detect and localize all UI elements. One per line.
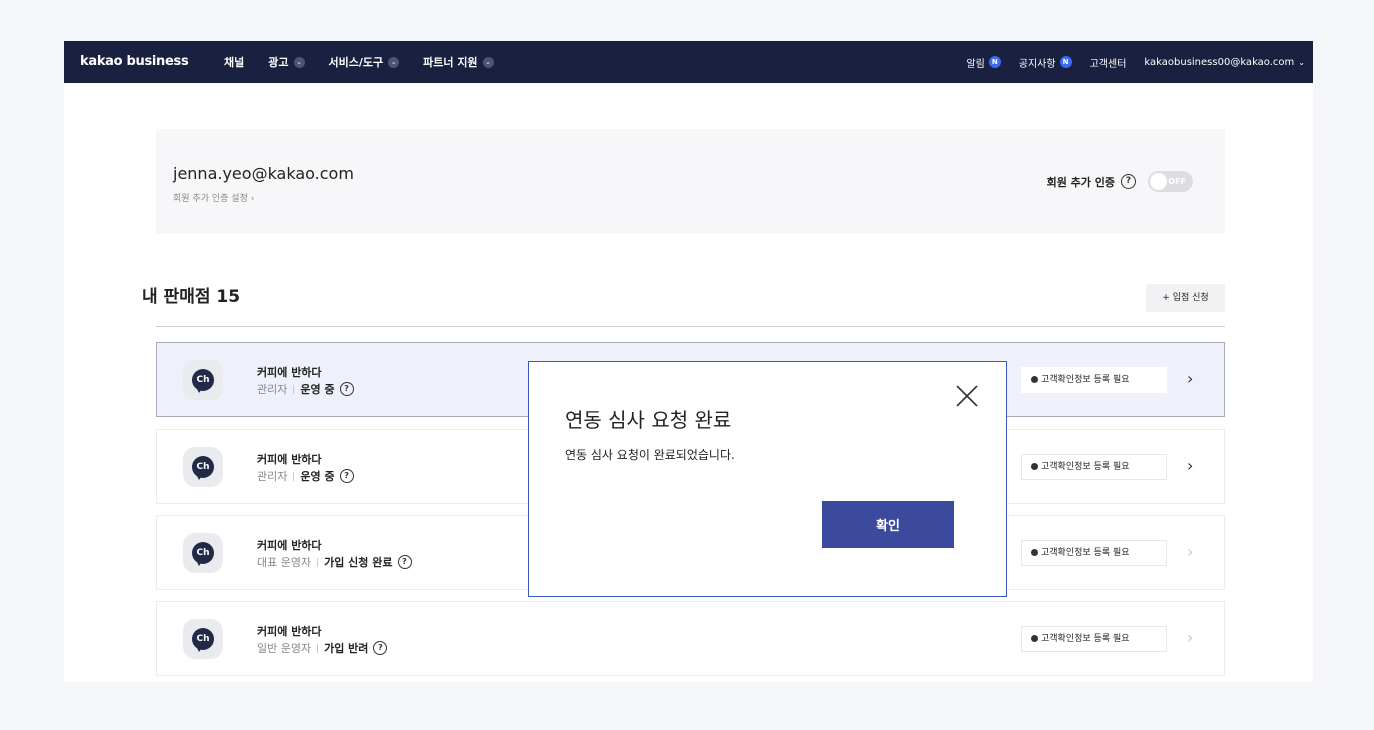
chevron-down-icon: ⌄ xyxy=(1298,57,1305,67)
auth-settings-label: 회원 추가 인증 설정 xyxy=(173,194,248,204)
warning-badge: 고객확인정보 등록 필요 xyxy=(1021,626,1167,652)
chevron-down-icon: ⌄ xyxy=(388,56,400,68)
auth-toggle[interactable]: OFF xyxy=(1148,171,1193,192)
help-icon[interactable]: ? xyxy=(1121,174,1136,189)
store-name: 커피에 반하다 xyxy=(257,625,322,638)
store-meta: 관리자 운영 중 ? xyxy=(257,468,354,484)
support-link[interactable]: 고객센터 xyxy=(1090,55,1127,70)
notices-link[interactable]: 공지사항 N xyxy=(1019,55,1072,70)
support-label: 고객센터 xyxy=(1089,58,1127,70)
store-status: 운영 중 xyxy=(300,470,335,483)
chevron-down-icon: ⌄ xyxy=(293,56,305,68)
nav-item-label: 채널 xyxy=(224,56,245,69)
nav-item-channel[interactable]: 채널 xyxy=(224,54,244,70)
nav-item-partner-support[interactable]: 파트너 지원 ⌄ xyxy=(423,54,494,70)
store-row[interactable]: Ch 커피에 반하다 일반 운영자 가입 반려 ? 고객확인정보 등록 필요 › xyxy=(156,601,1225,676)
separator xyxy=(293,384,295,394)
nav-menu: 채널 광고 ⌄ 서비스/도구 ⌄ 파트너 지원 ⌄ xyxy=(224,41,518,83)
store-name: 커피에 반하다 xyxy=(257,366,322,379)
store-status: 가입 반려 xyxy=(324,642,369,655)
toggle-state: OFF xyxy=(1168,177,1186,186)
separator xyxy=(293,471,295,481)
account-email: kakaobusiness00@kakao.com xyxy=(1144,56,1295,68)
warning-text: 고객확인정보 등록 필요 xyxy=(1041,462,1130,472)
new-badge: N xyxy=(988,56,1001,68)
speech-tail xyxy=(196,560,203,566)
store-role: 일반 운영자 xyxy=(257,642,312,655)
help-icon[interactable]: ? xyxy=(373,641,388,655)
confirmation-modal: 연동 심사 요청 완료 연동 심사 요청이 완료되었습니다. 확인 xyxy=(528,361,1007,597)
warning-text: 고객확인정보 등록 필요 xyxy=(1041,375,1130,385)
nav-item-label: 광고 xyxy=(268,56,289,69)
auth-label: 회원 추가 인증 xyxy=(1046,175,1115,189)
alert-dot-icon xyxy=(1031,462,1038,470)
avatar: Ch xyxy=(183,360,223,400)
store-name: 커피에 반하다 xyxy=(257,539,322,552)
store-name: 커피에 반하다 xyxy=(257,453,322,466)
chevron-down-icon: ⌄ xyxy=(482,56,494,68)
nav-item-services[interactable]: 서비스/도구 ⌄ xyxy=(329,54,400,70)
avatar: Ch xyxy=(183,447,223,487)
warning-badge: 고객확인정보 등록 필요 xyxy=(1021,454,1167,480)
nav-item-label: 파트너 지원 xyxy=(423,56,478,69)
chevron-right-icon[interactable]: › xyxy=(1187,456,1193,475)
store-status: 가입 신청 완료 xyxy=(324,556,393,569)
nav-item-label: 서비스/도구 xyxy=(328,56,384,69)
store-role: 관리자 xyxy=(257,470,288,483)
account-menu[interactable]: kakaobusiness00@kakao.com ⌄ xyxy=(1144,57,1305,68)
toggle-knob xyxy=(1150,173,1167,190)
account-email-title: jenna.yeo@kakao.com xyxy=(173,164,354,183)
stores-title: 내 판매점 15 xyxy=(142,287,241,307)
notifications-label: 알림 xyxy=(966,58,985,70)
warning-text: 고객확인정보 등록 필요 xyxy=(1041,634,1130,644)
notices-label: 공지사항 xyxy=(1018,58,1056,70)
separator xyxy=(317,557,319,567)
auth-settings-link[interactable]: 회원 추가 인증 설정 › xyxy=(173,191,254,204)
chevron-right-icon: › xyxy=(1187,628,1194,647)
new-badge: N xyxy=(1059,56,1072,68)
help-icon[interactable]: ? xyxy=(339,469,354,483)
avatar: Ch xyxy=(183,533,223,573)
help-icon[interactable]: ? xyxy=(339,382,354,396)
close-icon[interactable] xyxy=(955,384,979,408)
speech-tail xyxy=(196,387,203,393)
notifications-link[interactable]: 알림 N xyxy=(966,55,1001,70)
app-frame: kakao business 채널 광고 ⌄ 서비스/도구 ⌄ 파트너 지원 ⌄… xyxy=(64,41,1313,682)
modal-title: 연동 심사 요청 완료 xyxy=(565,408,732,432)
alert-dot-icon xyxy=(1031,548,1038,556)
avatar: Ch xyxy=(183,619,223,659)
separator xyxy=(317,643,319,653)
store-role: 대표 운영자 xyxy=(257,556,312,569)
store-meta: 관리자 운영 중 ? xyxy=(257,381,354,397)
kakao-business-logo[interactable]: kakao business xyxy=(80,41,189,83)
warning-badge: 고객확인정보 등록 필요 xyxy=(1021,540,1167,566)
modal-message: 연동 심사 요청이 완료되었습니다. xyxy=(565,448,735,462)
store-status: 운영 중 xyxy=(300,383,335,396)
top-nav: kakao business 채널 광고 ⌄ 서비스/도구 ⌄ 파트너 지원 ⌄… xyxy=(64,41,1313,83)
nav-item-ads[interactable]: 광고 ⌄ xyxy=(268,54,305,70)
speech-tail xyxy=(196,474,203,480)
chevron-right-icon: › xyxy=(250,194,255,204)
nav-right: 알림 N 공지사항 N 고객센터 kakaobusiness00@kakao.c… xyxy=(948,41,1305,83)
apply-store-button[interactable]: + 입점 신청 xyxy=(1146,284,1225,312)
warning-text: 고객확인정보 등록 필요 xyxy=(1041,548,1130,558)
confirm-button[interactable]: 확인 xyxy=(822,501,954,548)
divider xyxy=(156,326,1225,327)
store-role: 관리자 xyxy=(257,383,288,396)
alert-dot-icon xyxy=(1031,634,1038,642)
alert-dot-icon xyxy=(1031,375,1038,383)
additional-auth: 회원 추가 인증 ? OFF xyxy=(1047,171,1193,192)
chevron-right-icon[interactable]: › xyxy=(1187,369,1193,388)
speech-tail xyxy=(196,646,203,652)
warning-badge: 고객확인정보 등록 필요 xyxy=(1021,367,1167,393)
store-meta: 대표 운영자 가입 신청 완료 ? xyxy=(257,554,412,570)
help-icon[interactable]: ? xyxy=(397,555,412,569)
chevron-right-icon: › xyxy=(1187,542,1194,561)
account-card: jenna.yeo@kakao.com 회원 추가 인증 설정 › 회원 추가 … xyxy=(156,129,1225,234)
store-meta: 일반 운영자 가입 반려 ? xyxy=(257,640,388,656)
